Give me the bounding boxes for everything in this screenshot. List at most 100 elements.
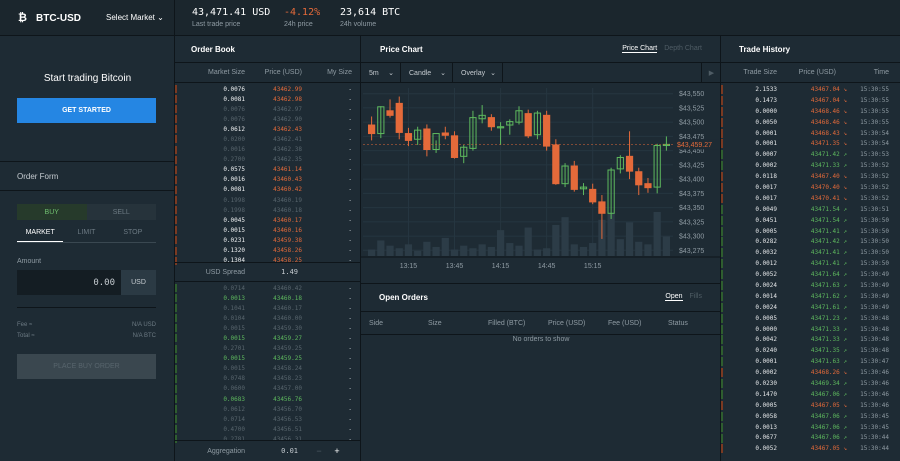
tab-stop[interactable]: STOP	[110, 229, 156, 242]
amount-unit[interactable]: USD	[121, 270, 156, 295]
fills-tab[interactable]: Fills	[690, 293, 702, 301]
trade-side-bar	[721, 215, 723, 225]
bid-row[interactable]: 0.0714 43460.42 -	[175, 283, 361, 293]
tab-limit[interactable]: LIMIT	[63, 229, 109, 242]
ask-row[interactable]: 0.0016 43462.38 -	[175, 145, 361, 155]
trade-side-bar	[721, 281, 723, 291]
ask-row[interactable]: 0.0076 43462.90 -	[175, 114, 361, 124]
trade-time: 15:30:44	[860, 445, 889, 453]
fee-value: N/A USD	[131, 322, 156, 328]
volume-bar	[543, 248, 551, 256]
bid-row[interactable]: 0.0013 43460.18 -	[175, 293, 361, 303]
price-change-label: 24h price	[284, 21, 313, 28]
bid-row[interactable]: 0.0015 43458.24 -	[175, 364, 361, 374]
bid-row[interactable]: 0.1041 43460.17 -	[175, 303, 361, 313]
bid-row[interactable]: 0.2701 43459.25 -	[175, 344, 361, 354]
interval-select[interactable]: 5m ⌄	[361, 63, 401, 83]
tab-market[interactable]: MARKET	[17, 229, 64, 242]
trade-time: 15:30:55	[860, 118, 889, 126]
trade-size: 0.1473	[755, 96, 777, 104]
ask-row[interactable]: 0.2700 43462.35 -	[175, 155, 361, 165]
ask-row[interactable]: 0.1998 43460.18 -	[175, 205, 361, 215]
total-value: N/A BTC	[132, 333, 156, 339]
trade-size: 0.0000	[755, 107, 777, 115]
overlay-select[interactable]: Overlay ⌄	[453, 63, 503, 83]
ask-row[interactable]: 0.0200 43462.41 -	[175, 134, 361, 144]
x-tick-label: 13:15	[400, 263, 418, 270]
trade-time: 15:30:46	[860, 401, 889, 409]
chevron-down-icon: ⌄	[157, 13, 164, 22]
volume-bar	[395, 248, 403, 256]
ask-row[interactable]: 0.0015 43460.16 -	[175, 225, 361, 235]
bid-row[interactable]: 0.0748 43458.23 -	[175, 374, 361, 384]
price-chart-toggle[interactable]: Price Chart	[622, 45, 658, 53]
bid-row[interactable]: 0.0104 43460.00 -	[175, 313, 361, 323]
ask-row[interactable]: 0.1998 43460.19 -	[175, 195, 361, 205]
ask-row[interactable]: 0.1320 43458.26 -	[175, 246, 361, 256]
trade-row: 0.0001 43468.43 ↘ 15:30:54	[721, 128, 900, 139]
aggregation-plus-button[interactable]: +	[331, 445, 343, 457]
ask-row[interactable]: 0.0076 43462.97 -	[175, 104, 361, 114]
play-icon[interactable]: ▶	[701, 63, 721, 82]
trade-time: 15:30:52	[860, 183, 889, 191]
get-started-button[interactable]: GET STARTED	[17, 98, 156, 123]
volume-bar	[478, 244, 486, 256]
asks-list: 0.0076 43462.99 - 0.0081 43462.98 - 0.0076 4346…	[175, 84, 361, 266]
bid-row[interactable]: 0.4700 43456.51 -	[175, 424, 361, 434]
ask-row[interactable]: 0.0081 43462.98 -	[175, 94, 361, 104]
volume-bar	[552, 224, 560, 256]
chart-style-select[interactable]: Candle ⌄	[401, 63, 453, 83]
trade-price: 43471.35 ↗	[810, 347, 847, 355]
ask-row[interactable]: 0.0045 43460.17 -	[175, 215, 361, 225]
select-market-dropdown[interactable]: Select Market ⌄	[106, 13, 164, 22]
bid-row[interactable]: 0.0015 43459.30 -	[175, 323, 361, 333]
bid-row[interactable]: 0.0600 43457.00 -	[175, 384, 361, 394]
depth-chart-toggle[interactable]: Depth Chart	[664, 45, 702, 53]
order-size: 0.0076	[223, 85, 245, 93]
place-buy-order-button[interactable]: PLACE BUY ORDER	[17, 354, 156, 379]
order-size: 0.0013	[223, 294, 245, 302]
trade-row: 0.0005 43471.41 ↗ 15:30:50	[721, 226, 900, 237]
trade-size: 0.0451	[755, 216, 777, 224]
trade-row: 0.0000 43468.46 ↘ 15:30:55	[721, 106, 900, 117]
fee-label: Fee ≈	[17, 322, 33, 328]
trade-time: 15:30:50	[860, 260, 889, 268]
my-size: -	[348, 415, 352, 423]
y-tick-label: $43,350	[679, 205, 704, 212]
amount-input[interactable]: 0.00	[17, 270, 121, 295]
trade-row: 0.1473 43467.04 ↘ 15:30:55	[721, 95, 900, 106]
candle-body	[552, 144, 560, 185]
ask-row[interactable]: 0.0612 43462.43 -	[175, 124, 361, 134]
col-trade-size: Trade Size	[743, 69, 777, 76]
open-tab[interactable]: Open	[665, 293, 683, 301]
bid-row[interactable]: 0.0714 43456.53 -	[175, 414, 361, 424]
bid-row[interactable]: 0.0015 43459.25 -	[175, 354, 361, 364]
bid-row[interactable]: 0.0612 43456.70 -	[175, 404, 361, 414]
order-price: 43456.70	[273, 405, 302, 413]
order-size: 0.2701	[223, 345, 245, 353]
spread-label: USD Spread	[205, 268, 245, 276]
ask-row[interactable]: 0.0231 43459.38 -	[175, 235, 361, 245]
buy-tab[interactable]: BUY	[17, 204, 87, 220]
candlestick-chart[interactable]: $43,550$43,525$43,500$43,475$43,450$43,4…	[361, 84, 721, 282]
ask-row[interactable]: 0.0575 43461.14 -	[175, 165, 361, 175]
product-selector[interactable]: ₿ BTC-USD Select Market ⌄	[0, 0, 175, 36]
spread-value: 1.49	[281, 268, 298, 276]
ask-row[interactable]: 0.0081 43460.42 -	[175, 185, 361, 195]
bitcoin-icon: ₿	[18, 12, 27, 24]
volume-bar	[662, 236, 670, 256]
my-size: -	[348, 186, 352, 194]
depth-bar	[175, 284, 177, 292]
trade-side-bar	[721, 106, 723, 116]
bid-row[interactable]: 0.0015 43459.27 -	[175, 333, 361, 343]
volume-label: 24h volume	[340, 21, 377, 28]
col-side: Side	[369, 320, 384, 327]
aggregation-minus-button[interactable]: −	[313, 445, 325, 457]
trade-row: 0.0052 43471.64 ↗ 15:30:49	[721, 269, 900, 280]
bid-row[interactable]: 0.0683 43456.76 -	[175, 394, 361, 404]
sell-tab[interactable]: SELL	[86, 204, 156, 220]
volume-bar	[607, 213, 615, 256]
ask-row[interactable]: 0.0016 43460.43 -	[175, 175, 361, 185]
ask-row[interactable]: 0.0076 43462.99 -	[175, 84, 361, 94]
candle-body	[570, 165, 578, 190]
